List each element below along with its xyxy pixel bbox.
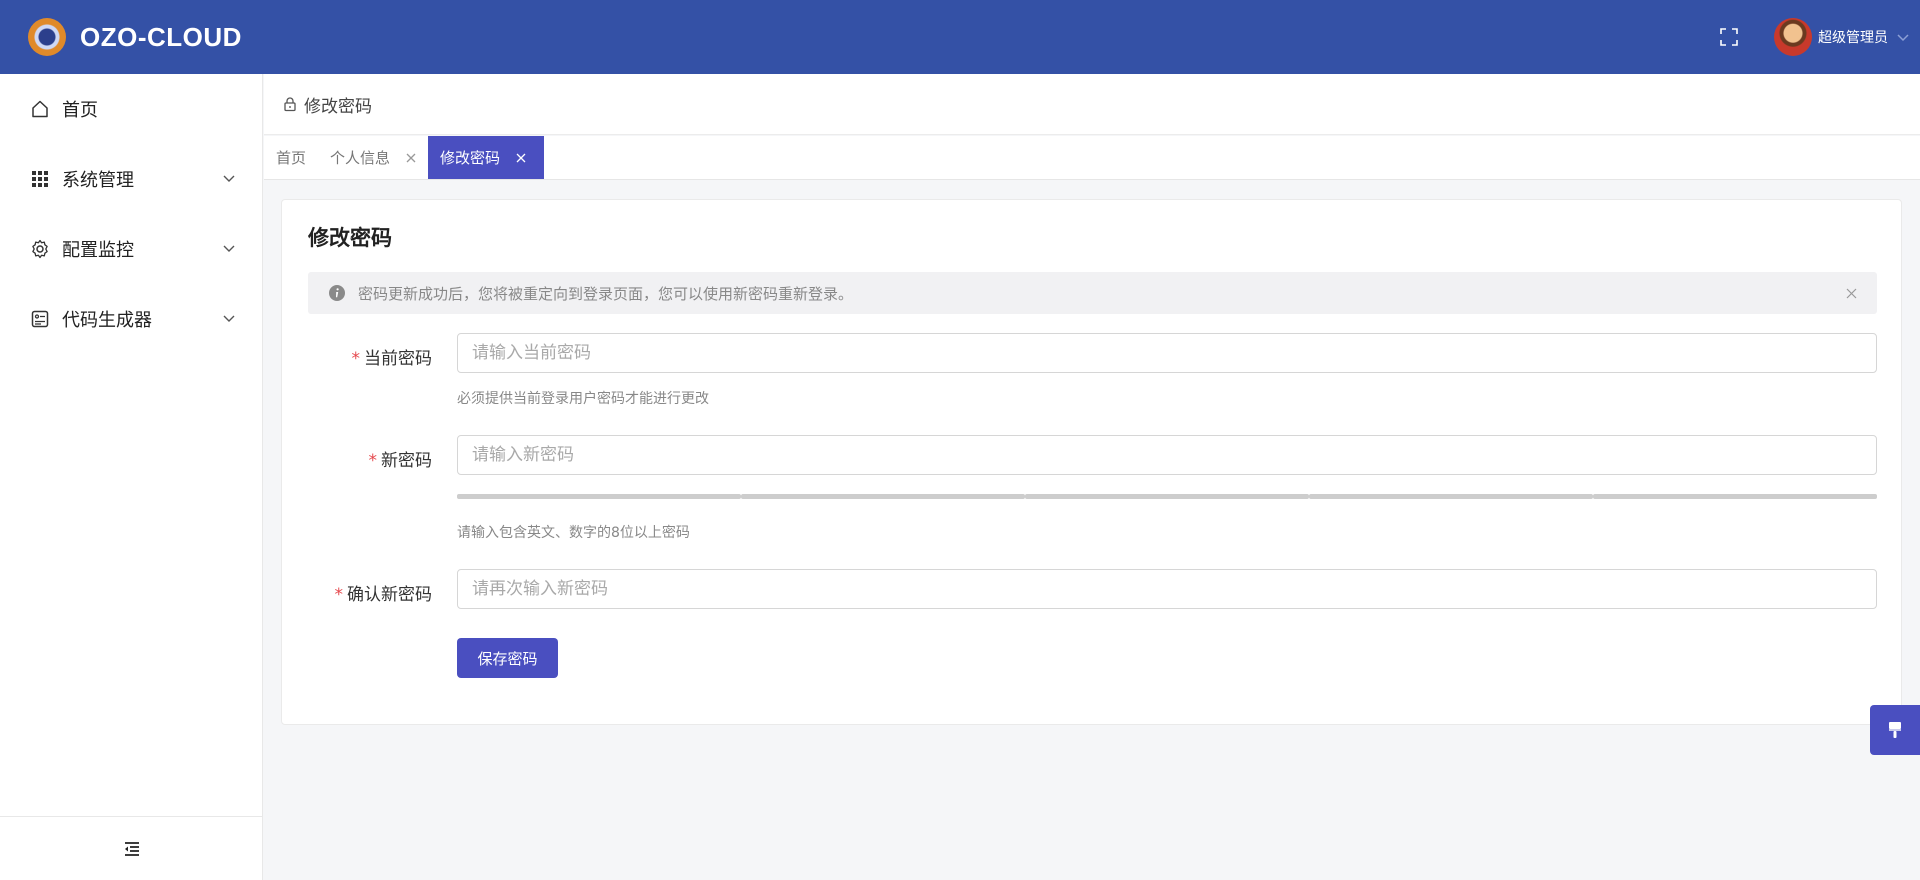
theme-settings-button[interactable] (1870, 705, 1920, 755)
alert-message: 密码更新成功后，您将被重定向到登录页面，您可以使用新密码重新登录。 (358, 284, 854, 303)
close-icon[interactable] (1846, 288, 1857, 299)
close-icon[interactable] (516, 153, 526, 163)
close-icon[interactable] (406, 153, 416, 163)
strength-segment (1025, 494, 1309, 499)
sidebar-item-config-monitor[interactable]: 配置监控 (0, 214, 262, 284)
fullscreen-icon[interactable] (1720, 28, 1738, 46)
lock-icon (284, 97, 296, 112)
required-mark: * (368, 451, 378, 471)
strength-segment (741, 494, 1025, 499)
info-alert: 密码更新成功后，您将被重定向到登录页面，您可以使用新密码重新登录。 (308, 272, 1877, 314)
label-text: 确认新密码 (347, 585, 432, 605)
tab-profile[interactable]: 个人信息 (318, 136, 428, 179)
save-password-button[interactable]: 保存密码 (457, 638, 558, 678)
tab-home[interactable]: 首页 (264, 136, 318, 179)
tab-label: 个人信息 (330, 149, 391, 167)
paint-brush-icon (1889, 722, 1901, 738)
label-text: 新密码 (381, 451, 432, 471)
new-password-help: 请输入包含英文、数字的8位以上密码 (457, 525, 690, 541)
sidebar-footer (0, 816, 263, 880)
new-password-label: * 新密码 (282, 446, 433, 471)
info-icon (329, 285, 345, 301)
sidebar-item-label: 首页 (62, 100, 98, 121)
label-text: 当前密码 (364, 349, 432, 369)
collapse-menu-icon[interactable] (123, 841, 141, 857)
sidebar-item-system-management[interactable]: 系统管理 (0, 144, 262, 214)
change-password-card: 修改密码 密码更新成功后，您将被重定向到登录页面，您可以使用新密码重新登录。 *… (281, 199, 1902, 725)
avatar[interactable] (1774, 18, 1812, 56)
sidebar-item-label: 系统管理 (62, 170, 134, 191)
confirm-password-input[interactable] (457, 569, 1877, 609)
required-mark: * (334, 585, 344, 605)
page-title: 修改密码 (308, 226, 392, 250)
strength-segment (1309, 494, 1593, 499)
top-header: OZO-CLOUD 超级管理员 (0, 0, 1920, 74)
password-strength-meter (457, 494, 1877, 499)
sidebar-item-label: 代码生成器 (62, 310, 152, 331)
home-icon (30, 99, 50, 119)
tab-label: 修改密码 (440, 149, 501, 167)
current-password-help: 必须提供当前登录用户密码才能进行更改 (457, 391, 709, 407)
gear-icon (30, 239, 50, 259)
current-password-label: * 当前密码 (282, 344, 433, 369)
breadcrumb: 修改密码 (264, 74, 1920, 135)
tab-label: 首页 (276, 149, 307, 167)
new-password-input[interactable] (457, 435, 1877, 475)
sidebar-item-home[interactable]: 首页 (0, 74, 262, 144)
grid-icon (30, 169, 50, 189)
chevron-down-icon[interactable] (1896, 30, 1910, 44)
sidebar-item-code-generator[interactable]: 代码生成器 (0, 284, 262, 354)
header-actions: 超级管理员 (1720, 0, 1920, 74)
brand[interactable]: OZO-CLOUD (28, 18, 242, 56)
sidebar: 首页 系统管理 配置监控 代码生成器 (0, 74, 263, 880)
user-name[interactable]: 超级管理员 (1818, 27, 1888, 47)
chevron-down-icon (223, 245, 235, 252)
tab-change-password[interactable]: 修改密码 (428, 136, 545, 179)
strength-segment (457, 494, 741, 499)
sidebar-item-label: 配置监控 (62, 240, 134, 261)
chevron-down-icon (223, 315, 235, 322)
brand-name: OZO-CLOUD (80, 21, 242, 52)
current-password-input[interactable] (457, 333, 1877, 373)
breadcrumb-current: 修改密码 (304, 96, 372, 117)
chevron-down-icon (223, 175, 235, 182)
code-generator-icon (30, 309, 50, 329)
required-mark: * (351, 349, 361, 369)
logo (28, 18, 66, 56)
page-tabs: 首页 个人信息 修改密码 (264, 136, 1920, 180)
strength-segment (1593, 494, 1877, 499)
confirm-password-label: * 确认新密码 (282, 580, 433, 605)
